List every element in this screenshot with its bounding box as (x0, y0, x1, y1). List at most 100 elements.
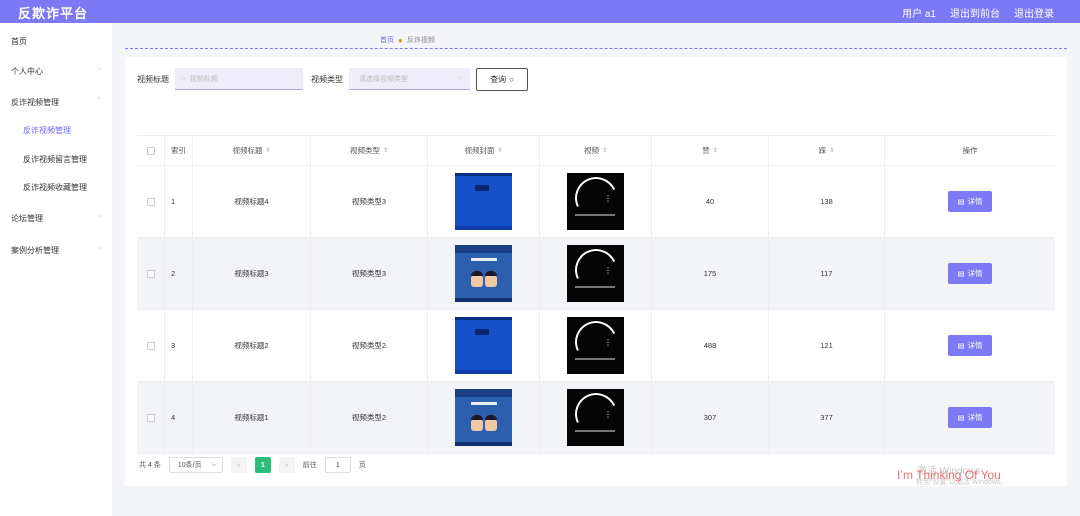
row-like: 40 (705, 197, 715, 206)
row-dislike: 117 (820, 269, 833, 278)
header-dislike[interactable]: 踩 ⇕ (769, 136, 885, 165)
header-checkbox-cell (137, 136, 165, 165)
more-options-icon[interactable]: ⋮ (604, 411, 612, 419)
sort-icon[interactable]: ⇕ (497, 147, 502, 154)
sidebar-item-video-comments[interactable]: 反诈视频留言管理 (0, 149, 112, 169)
header-op: 操作 (885, 136, 1055, 165)
row-dislike: 121 (820, 341, 833, 350)
query-button-label: 查询 (490, 74, 507, 84)
breadcrumb-home[interactable]: 首页 (380, 35, 394, 45)
sidebar-item-label: 反诈视频留言管理 (23, 155, 87, 164)
type-select-placeholder: 请选择视频类型 (359, 75, 408, 83)
header-title[interactable]: 视频标题 ⇕ (193, 136, 311, 165)
header-like[interactable]: 赞 ⇕ (652, 136, 769, 165)
more-options-icon[interactable]: ⋮ (604, 339, 612, 347)
title-search-input[interactable]: ○ 视频标题 (175, 68, 303, 90)
detail-button-label: 详情 (967, 269, 983, 278)
video-cover-image[interactable] (455, 173, 512, 230)
detail-button[interactable]: ▤ 详情 (948, 263, 992, 284)
page-number-label: 1 (260, 461, 265, 469)
row-index: 4 (171, 413, 176, 422)
detail-button[interactable]: ▤ 详情 (948, 191, 992, 212)
detail-button-label: 详情 (967, 341, 983, 350)
sidebar-item-label: 反诈视频收藏管理 (23, 183, 87, 192)
sidebar: 首页 个人中心 ⌵ 反诈视频管理 ⌃ 反诈视频管理 反诈视频留言管理 反诈视频收… (0, 23, 112, 516)
video-player[interactable]: ⋮ (567, 173, 624, 230)
row-checkbox[interactable] (146, 413, 155, 422)
search-icon: ○ (509, 74, 514, 84)
document-icon: ▤ (957, 413, 965, 422)
goto-label: 前往 (302, 462, 317, 469)
row-checkbox[interactable] (146, 341, 155, 350)
row-title: 视频标题1 (234, 413, 269, 422)
sidebar-item-home[interactable]: 首页 (0, 31, 112, 51)
sort-icon[interactable]: ⇕ (829, 147, 834, 154)
search-bar: 视频标题 ○ 视频标题 视频类型 请选择视频类型 ⌵ 查询 ○ (137, 67, 528, 91)
sidebar-item-video-favorites[interactable]: 反诈视频收藏管理 (0, 177, 112, 197)
medal-icon: ● (398, 35, 403, 45)
document-icon: ▤ (957, 269, 965, 278)
more-options-icon[interactable]: ⋮ (604, 267, 612, 275)
sort-icon[interactable]: ⇕ (602, 147, 607, 154)
page-number-button[interactable]: 1 (254, 457, 271, 473)
page-size-select[interactable]: 10条/页 ⌵ (168, 457, 223, 473)
sort-icon[interactable]: ⇕ (713, 147, 718, 154)
row-checkbox[interactable] (146, 269, 155, 278)
more-options-icon[interactable]: ⋮ (604, 195, 612, 203)
sort-icon[interactable]: ⇕ (383, 147, 388, 154)
chevron-down-icon: ⌵ (96, 244, 102, 251)
header-title-label: 视频标题 (232, 146, 263, 155)
query-button[interactable]: 查询 ○ (476, 67, 528, 91)
video-player[interactable]: ⋮ (567, 389, 624, 446)
sidebar-item-video-management[interactable]: 反诈视频管理 ⌃ (0, 92, 112, 112)
next-page-button[interactable]: › (278, 457, 295, 473)
header-type[interactable]: 视频类型 ⇕ (311, 136, 428, 165)
row-title: 视频标题2 (234, 341, 269, 350)
header-video-label: 视频 (583, 146, 599, 155)
sidebar-item-case-analysis[interactable]: 案例分析管理 ⌵ (0, 240, 112, 260)
video-progress-bar[interactable] (575, 286, 615, 288)
sidebar-item-forum[interactable]: 论坛管理 ⌵ (0, 208, 112, 228)
logout-link[interactable]: 退出登录 (1014, 5, 1054, 20)
header-actions: 用户 a1 退出到前台 退出登录 (902, 5, 1054, 20)
back-to-front-link[interactable]: 退出到前台 (950, 5, 1000, 20)
type-select[interactable]: 请选择视频类型 ⌵ (349, 68, 470, 90)
detail-button-label: 详情 (967, 197, 983, 206)
chevron-right-icon: › (285, 461, 288, 469)
header-index: 索引 (165, 136, 193, 165)
breadcrumb: 首页 ● 反诈视频 (380, 35, 435, 45)
video-progress-bar[interactable] (575, 430, 615, 432)
content-panel: 视频标题 ○ 视频标题 视频类型 请选择视频类型 ⌵ 查询 ○ 索引 视频标题 ⇕… (125, 57, 1067, 486)
header-index-label: 索引 (171, 146, 186, 155)
prev-page-button[interactable]: ‹ (230, 457, 247, 473)
goto-page-value: 1 (335, 461, 340, 469)
video-progress-bar[interactable] (575, 214, 615, 216)
chevron-down-icon: ⌵ (96, 212, 102, 219)
detail-button[interactable]: ▤ 详情 (948, 407, 992, 428)
document-icon: ▤ (957, 341, 965, 350)
row-index: 3 (171, 341, 176, 350)
table-row: 2 视频标题3 视频类型3 ⋮ 175 117 ▤ 详情 (137, 238, 1055, 310)
video-progress-bar[interactable] (575, 358, 615, 360)
select-all-checkbox[interactable] (146, 146, 155, 155)
video-cover-image[interactable] (455, 317, 512, 374)
row-checkbox[interactable] (146, 197, 155, 206)
header-cover[interactable]: 视频封面 ⇕ (428, 136, 540, 165)
header-video[interactable]: 视频 ⇕ (540, 136, 652, 165)
sort-icon[interactable]: ⇕ (265, 147, 270, 154)
header-cover-label: 视频封面 (464, 146, 495, 155)
detail-button[interactable]: ▤ 详情 (948, 335, 992, 356)
video-cover-image[interactable] (455, 389, 512, 446)
row-type: 视频类型2 (351, 341, 387, 350)
goto-page-input[interactable]: 1 (324, 457, 351, 473)
row-title: 视频标题4 (234, 197, 269, 206)
row-type: 视频类型2 (351, 413, 387, 422)
chevron-left-icon: ‹ (237, 461, 240, 469)
sidebar-item-video-list[interactable]: 反诈视频管理 (0, 120, 112, 140)
row-index: 2 (171, 269, 176, 278)
video-cover-image[interactable] (455, 245, 512, 302)
sidebar-item-personal-center[interactable]: 个人中心 ⌵ (0, 61, 112, 81)
title-search-placeholder: 视频标题 (189, 75, 218, 83)
video-player[interactable]: ⋮ (567, 245, 624, 302)
video-player[interactable]: ⋮ (567, 317, 624, 374)
